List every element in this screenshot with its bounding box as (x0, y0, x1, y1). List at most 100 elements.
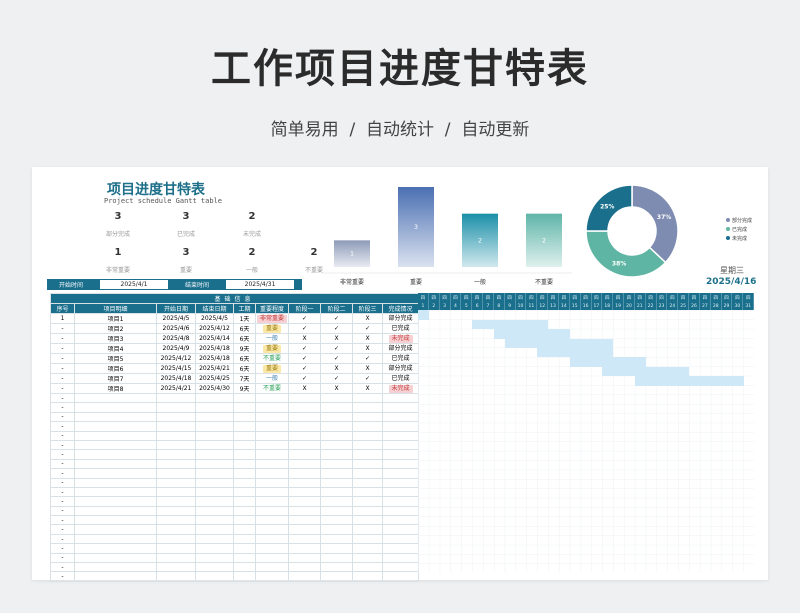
empty-row[interactable]: - (50, 533, 420, 545)
empty-cell (352, 411, 383, 423)
cell-name: 项目2 (74, 323, 157, 334)
empty-cell (352, 402, 383, 413)
table-row[interactable]: - 项目7 2025/4/18 2025/4/25 7天 一般 ✓ ✓ ✓ 已完成 (50, 373, 420, 384)
cell-p2: ✓ (320, 313, 353, 324)
empty-cell (255, 533, 289, 545)
empty-cell (156, 515, 196, 526)
empty-row[interactable]: - (50, 468, 420, 479)
gantt-day: 四 25 (678, 293, 690, 311)
empty-cell (156, 392, 196, 404)
empty-cell (288, 571, 321, 582)
table-row[interactable]: 1 项目1 2025/4/5 2025/4/5 1天 非常重要 ✓ ✓ X 部分完成 (50, 313, 420, 324)
empty-row[interactable]: - (50, 515, 420, 526)
empty-cell (288, 552, 321, 564)
empty-cell (255, 421, 289, 432)
empty-cell (74, 515, 157, 526)
gantt-day: 四 28 (710, 293, 722, 311)
empty-cell (352, 449, 383, 460)
gantt-bar (635, 376, 744, 386)
empty-row[interactable]: - (50, 496, 420, 507)
table-row[interactable]: - 项目8 2025/4/21 2025/4/30 9天 不重要 X X X 未完成 (50, 383, 420, 394)
table-row[interactable]: - 项目6 2025/4/15 2025/4/21 6天 重要 ✓ X X 部分完成 (50, 363, 420, 374)
table-row[interactable]: - 项目3 2025/4/8 2025/4/14 6天 一般 X X X 未完成 (50, 333, 420, 344)
empty-row[interactable]: - (50, 439, 420, 451)
empty-row[interactable]: - (50, 392, 420, 404)
col-header: 项目明细 (74, 303, 157, 314)
empty-row[interactable]: - (50, 543, 420, 554)
table-row[interactable]: - 项目2 2025/4/6 2025/4/12 6天 重要 ✓ ✓ ✓ 已完成 (50, 323, 420, 334)
status-tag: 部分完成 (388, 364, 413, 372)
empty-cell (156, 439, 196, 451)
empty-cell (381, 477, 420, 488)
bar-value: 3 (414, 224, 418, 231)
empty-row[interactable]: - (50, 477, 420, 488)
cell-seq: - (50, 343, 75, 354)
weekday: 星期三 (720, 266, 744, 275)
cell-name: 项目7 (74, 373, 157, 384)
cell-p3: ✓ (352, 323, 383, 334)
gantt-day: 四 21 (634, 293, 646, 311)
empty-row[interactable]: - (50, 552, 420, 564)
doc-title: 项目进度甘特表 (107, 182, 205, 198)
empty-row[interactable]: - (50, 411, 420, 423)
col-header: 重要程度 (255, 303, 289, 314)
cell-status: 已完成 (381, 353, 420, 364)
cell-dur: 1天 (233, 313, 256, 324)
empty-cell (233, 439, 256, 451)
empty-row[interactable]: - (50, 458, 420, 470)
empty-cell: - (50, 458, 75, 470)
cell-p1: ✓ (288, 313, 321, 324)
col-header: 阶段二 (320, 303, 353, 314)
empty-cell: - (50, 524, 75, 535)
empty-cell (156, 524, 196, 535)
empty-cell (255, 524, 289, 535)
empty-cell (320, 392, 353, 404)
status-tag: 未完成 (388, 384, 413, 393)
table-row[interactable]: - 项目5 2025/4/12 2025/4/18 6天 不重要 ✓ ✓ ✓ 已完成 (50, 353, 420, 364)
stat-label: 重要 (179, 267, 192, 274)
end-value[interactable]: 2025/4/31 (226, 280, 295, 289)
cell-p3: X (352, 383, 383, 394)
cell-status: 未完成 (381, 333, 420, 344)
empty-cell (288, 496, 321, 507)
empty-cell (352, 392, 383, 404)
empty-cell: - (50, 392, 75, 404)
empty-cell (233, 486, 256, 498)
cell-status: 已完成 (381, 323, 420, 334)
gantt-bar (504, 338, 614, 348)
empty-row[interactable]: - (50, 505, 420, 517)
empty-cell (255, 543, 289, 554)
empty-row[interactable]: - (50, 421, 420, 432)
empty-row[interactable]: - (50, 402, 420, 413)
cell-seq: - (50, 383, 75, 394)
table-row[interactable]: - 项目4 2025/4/9 2025/4/18 9天 重要 ✓ ✓ X 部分完成 (50, 343, 420, 354)
empty-cell (195, 515, 234, 526)
empty-row[interactable]: - (50, 449, 420, 460)
gantt-bar (569, 357, 646, 367)
empty-cell (381, 458, 420, 470)
empty-row[interactable]: - (50, 562, 420, 573)
empty-row[interactable]: - (50, 486, 420, 498)
cell-end: 2025/4/21 (195, 363, 234, 374)
empty-row[interactable]: - (50, 571, 420, 582)
gantt-day: 四 30 (732, 293, 744, 311)
empty-cell (195, 392, 234, 404)
empty-cell (352, 439, 383, 451)
stat-label: 一般 (245, 267, 258, 274)
empty-cell (195, 552, 234, 564)
empty-cell (288, 515, 321, 526)
empty-cell (288, 439, 321, 451)
col-header: 开始日期 (156, 303, 196, 314)
empty-cell (195, 533, 234, 545)
start-value[interactable]: 2025/4/1 (100, 280, 169, 289)
empty-row[interactable]: - (50, 430, 420, 441)
empty-cell: - (50, 496, 75, 507)
empty-cell (352, 430, 383, 441)
empty-row[interactable]: - (50, 524, 420, 535)
cell-name: 项目8 (74, 383, 157, 394)
empty-cell (74, 468, 157, 479)
empty-cell (74, 571, 157, 582)
empty-cell (233, 421, 256, 432)
empty-cell (233, 496, 256, 507)
status-tag: 已完成 (391, 324, 410, 332)
